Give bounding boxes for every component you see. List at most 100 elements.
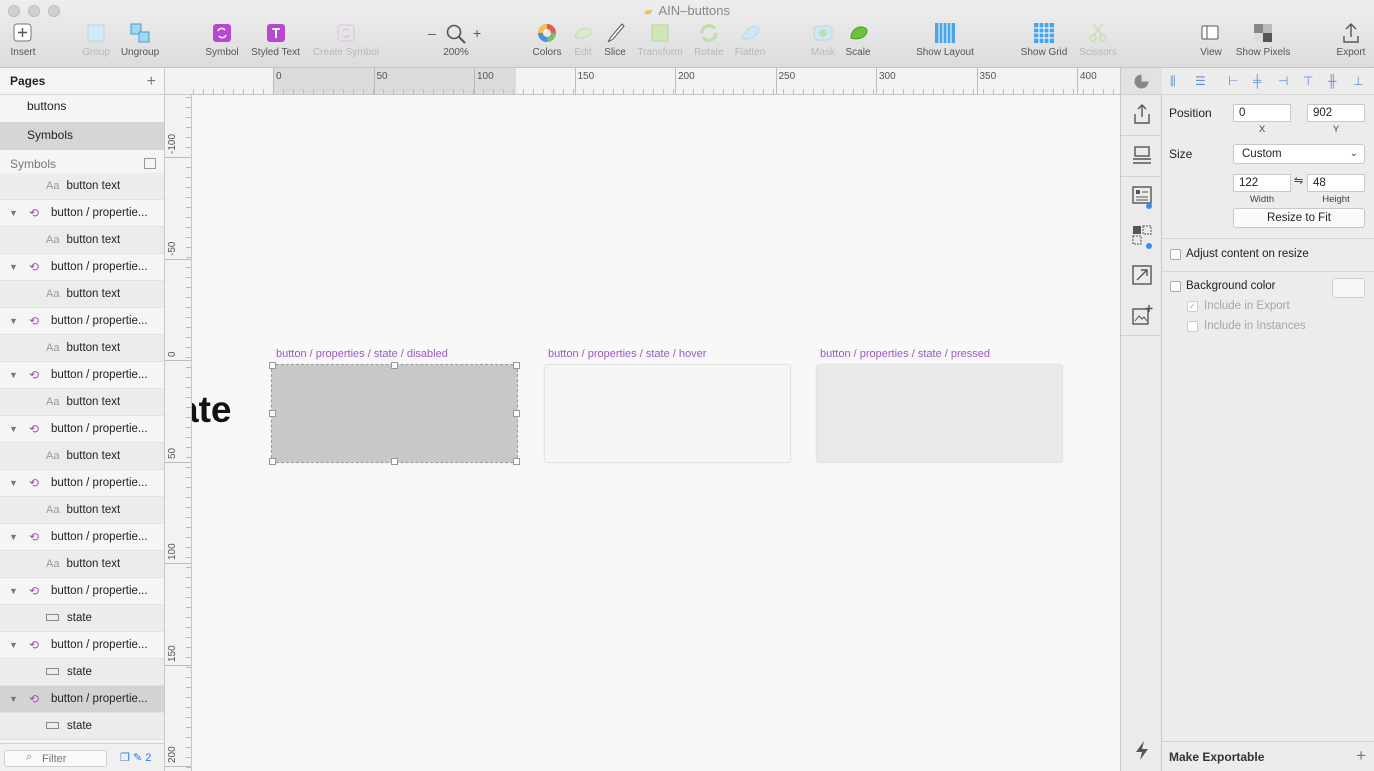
- artboard-resize-icon[interactable]: [1131, 264, 1153, 286]
- disclosure-triangle-icon[interactable]: ▼: [9, 686, 18, 712]
- include-in-instances-checkbox[interactable]: [1187, 321, 1198, 332]
- disclosure-triangle-icon[interactable]: ▼: [9, 308, 18, 334]
- layer-symbol-row[interactable]: ▼ ⟲ button / propertie...: [0, 578, 164, 605]
- layer-symbol-row[interactable]: ▼ ⟲ button / propertie...: [0, 362, 164, 389]
- zoom-in-button[interactable]: +: [473, 25, 481, 41]
- artboard-label-disabled[interactable]: button / properties / state / disabled: [276, 348, 448, 360]
- symbol-artboard-pressed[interactable]: [817, 365, 1062, 462]
- mask-button[interactable]: Mask: [809, 22, 837, 58]
- show-grid-button[interactable]: Show Grid: [1017, 22, 1071, 58]
- background-color-checkbox[interactable]: [1170, 281, 1181, 292]
- x-position-field[interactable]: 0: [1233, 104, 1291, 122]
- group-button[interactable]: Group: [80, 22, 112, 58]
- adjust-content-checkbox[interactable]: [1170, 249, 1181, 260]
- y-position-field[interactable]: 902: [1307, 104, 1365, 122]
- disclosure-triangle-icon[interactable]: ▼: [9, 632, 18, 658]
- layer-row[interactable]: state: [0, 713, 164, 740]
- layer-symbol-row[interactable]: ▼ ⟲ button / propertie...: [0, 524, 164, 551]
- align-right-icon[interactable]: ⊣: [1278, 74, 1288, 88]
- inspector-toggle[interactable]: [1121, 68, 1162, 95]
- show-pixels-button[interactable]: Show Pixels: [1233, 22, 1293, 58]
- layer-row[interactable]: Aa button text: [0, 443, 164, 470]
- add-export-button[interactable]: +: [1356, 746, 1366, 766]
- symbols-filter-icon[interactable]: ❐: [120, 752, 130, 764]
- layer-row[interactable]: state: [0, 659, 164, 686]
- align-top-icon[interactable]: ⊤: [1303, 74, 1313, 88]
- view-button[interactable]: View: [1196, 22, 1226, 58]
- vertical-ruler[interactable]: -100 -50 0 50 100 150 200: [165, 95, 192, 771]
- add-page-button[interactable]: +: [147, 68, 156, 95]
- edited-filter-icon[interactable]: ✎: [133, 752, 142, 764]
- layer-row[interactable]: Aa button text: [0, 551, 164, 578]
- layer-symbol-row[interactable]: ▼ ⟲ button / propertie...: [0, 416, 164, 443]
- add-image-icon[interactable]: [1131, 304, 1153, 326]
- make-exportable-bar[interactable]: Make Exportable +: [1162, 741, 1374, 771]
- disclosure-triangle-icon[interactable]: ▼: [9, 200, 18, 226]
- layer-symbol-row[interactable]: ▼ ⟲ button / propertie...: [0, 686, 164, 713]
- styled-text-button[interactable]: Styled Text: [248, 22, 303, 58]
- layer-symbol-row[interactable]: ▼ ⟲ button / propertie...: [0, 200, 164, 227]
- resize-to-fit-button[interactable]: Resize to Fit: [1233, 208, 1365, 228]
- disclosure-triangle-icon[interactable]: ▼: [9, 524, 18, 550]
- size-preset-select[interactable]: Custom ⌄: [1233, 144, 1365, 164]
- layer-row[interactable]: state: [0, 605, 164, 632]
- symbol-artboard-hover[interactable]: [545, 365, 790, 462]
- resize-handle-bottom[interactable]: [391, 458, 398, 465]
- flatten-button[interactable]: Flatten: [733, 22, 767, 58]
- zoom-control[interactable]: – + 200%: [425, 22, 487, 58]
- share-icon[interactable]: [1131, 103, 1153, 125]
- resize-handle-top[interactable]: [391, 362, 398, 369]
- filter-options-control[interactable]: ❐ ✎ 2: [120, 751, 151, 764]
- layer-row[interactable]: Aa button text: [0, 227, 164, 254]
- align-bottom-icon[interactable]: ⊥: [1353, 74, 1363, 88]
- zoom-out-button[interactable]: –: [428, 25, 436, 41]
- include-in-export-checkbox[interactable]: ✓: [1187, 301, 1198, 312]
- distribute-vertical-icon[interactable]: ☰: [1195, 74, 1206, 88]
- export-button[interactable]: Export: [1334, 22, 1368, 58]
- layer-filter-input[interactable]: [4, 750, 107, 767]
- resize-handle-right[interactable]: [513, 410, 520, 417]
- align-center-icon[interactable]: ╪: [1253, 74, 1262, 88]
- page-item-symbols[interactable]: Symbols: [0, 122, 164, 149]
- page-item-buttons[interactable]: buttons: [0, 95, 164, 122]
- lock-proportions-icon[interactable]: ⇋: [1294, 174, 1303, 187]
- symbol-artboard-disabled[interactable]: [271, 364, 518, 463]
- artboard-label-pressed[interactable]: button / properties / state / pressed: [820, 348, 990, 360]
- layer-row[interactable]: Aa button text: [0, 281, 164, 308]
- resize-handle-top-left[interactable]: [269, 362, 276, 369]
- symbol-button[interactable]: Symbol: [203, 22, 241, 58]
- colors-button[interactable]: Colors: [530, 22, 564, 58]
- layer-row[interactable]: Aa button text: [0, 335, 164, 362]
- slice-button[interactable]: Slice: [602, 22, 628, 58]
- align-left-icon[interactable]: ⊢: [1228, 74, 1238, 88]
- ungroup-button[interactable]: Ungroup: [119, 22, 161, 58]
- disclosure-triangle-icon[interactable]: ▼: [9, 578, 18, 604]
- resize-handle-left[interactable]: [269, 410, 276, 417]
- scissors-button[interactable]: Scissors: [1075, 22, 1121, 58]
- layer-symbol-row[interactable]: ▼ ⟲ button / propertie...: [0, 632, 164, 659]
- collapse-layers-icon[interactable]: [144, 158, 156, 169]
- resize-handle-bottom-right[interactable]: [513, 458, 520, 465]
- create-symbol-button[interactable]: Create Symbol: [310, 22, 382, 58]
- height-field[interactable]: 48: [1307, 174, 1365, 192]
- horizontal-ruler[interactable]: 0 50 100 150 200 250 300 350 400: [165, 68, 1120, 95]
- partial-canvas-text[interactable]: ate: [192, 389, 231, 431]
- layer-row[interactable]: Aa button text: [0, 497, 164, 524]
- disclosure-triangle-icon[interactable]: ▼: [9, 416, 18, 442]
- resize-handle-top-right[interactable]: [513, 362, 520, 369]
- align-middle-icon[interactable]: ╫: [1328, 74, 1337, 88]
- disclosure-triangle-icon[interactable]: ▼: [9, 362, 18, 388]
- canvas[interactable]: ate button / properties / state / disabl…: [192, 95, 1120, 771]
- mirror-icon[interactable]: [1131, 144, 1153, 166]
- disclosure-triangle-icon[interactable]: ▼: [9, 470, 18, 496]
- scale-button[interactable]: Scale: [843, 22, 873, 58]
- resize-handle-bottom-left[interactable]: [269, 458, 276, 465]
- insert-button[interactable]: Insert: [8, 22, 38, 58]
- disclosure-triangle-icon[interactable]: ▼: [9, 254, 18, 280]
- prototyping-bolt-icon[interactable]: [1131, 739, 1153, 761]
- artboard-label-hover[interactable]: button / properties / state / hover: [548, 348, 706, 360]
- layer-symbol-row[interactable]: ▼ ⟲ button / propertie...: [0, 470, 164, 497]
- layer-row[interactable]: Aa button text: [0, 173, 164, 200]
- show-layout-button[interactable]: Show Layout: [912, 22, 978, 58]
- layer-symbol-row[interactable]: ▼ ⟲ button / propertie...: [0, 254, 164, 281]
